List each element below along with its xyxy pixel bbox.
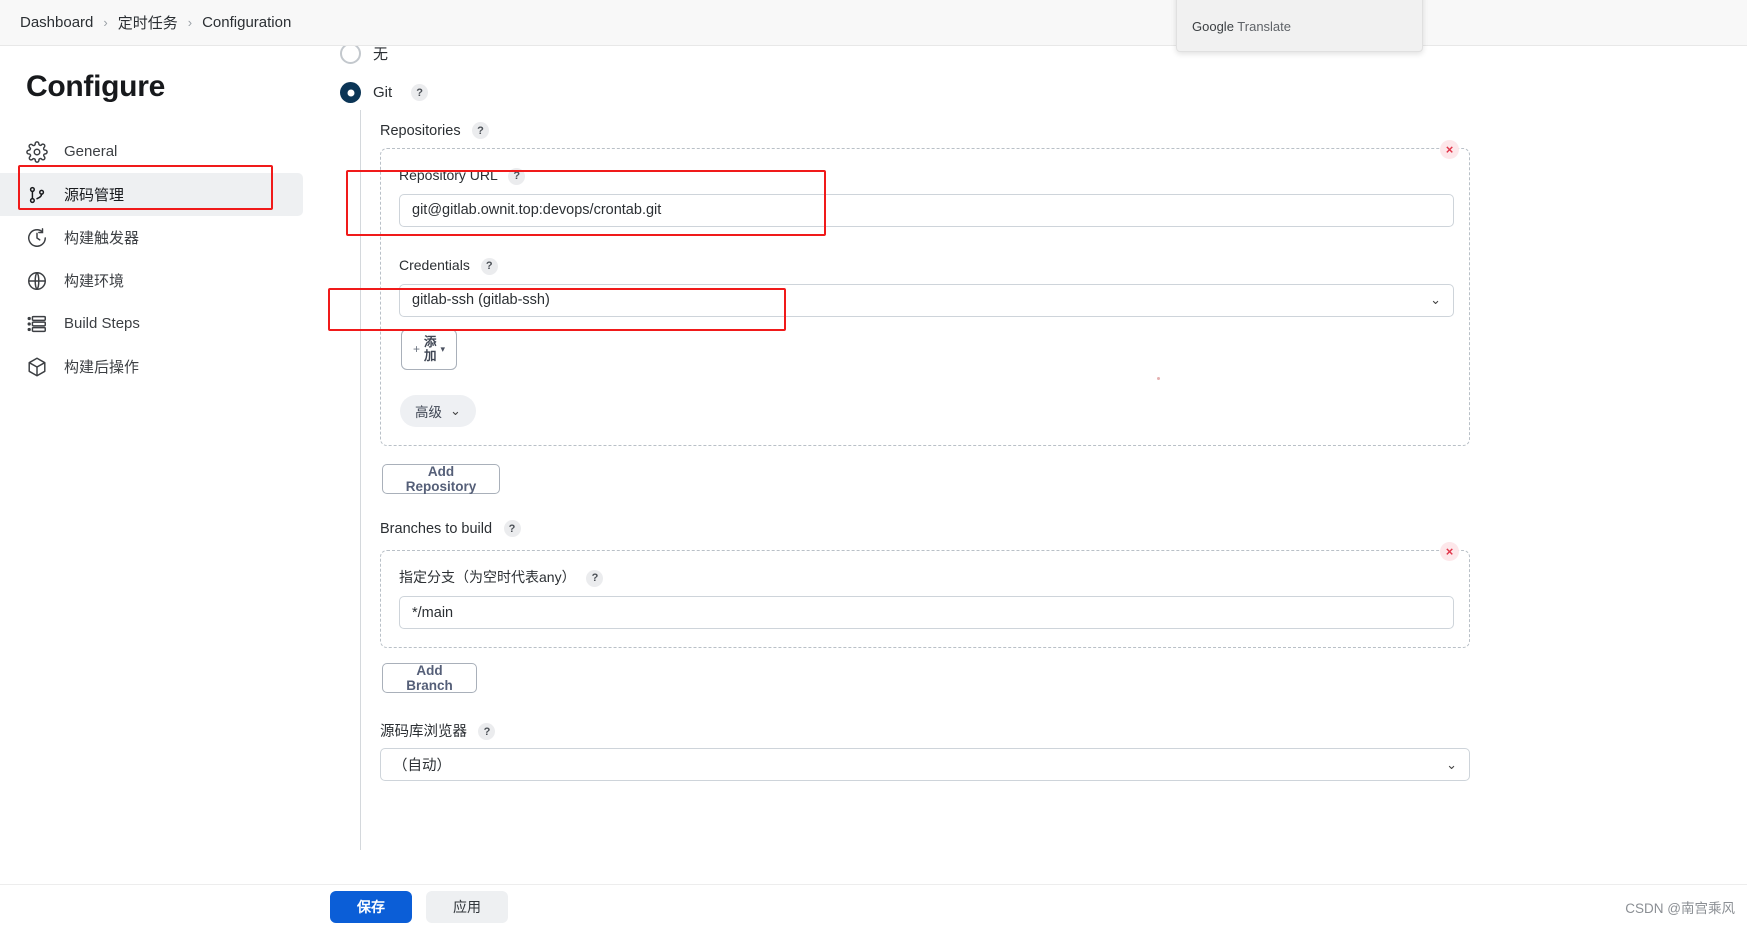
form-footer: 保存 应用 CSDN @南宫乘风: [0, 884, 1747, 928]
credentials-selected-value: gitlab-ssh (gitlab-ssh): [412, 292, 550, 309]
sidebar-item-label: 源码管理: [64, 187, 125, 204]
git-settings-group: Repositories ? × Repository URL ? git@gi…: [360, 110, 1490, 850]
sidebar: Configure General 源码管理 构建触发器 构建环境 Build …: [0, 46, 340, 928]
repo-browser-select[interactable]: （自动） ⌄: [380, 748, 1470, 781]
repositories-label: Repositories: [380, 123, 461, 139]
chevron-down-icon: ⌄: [1430, 292, 1441, 308]
sidebar-item-post-build-actions[interactable]: 构建后操作: [0, 345, 340, 388]
sidebar-item-build-steps[interactable]: Build Steps: [0, 302, 340, 345]
credentials-field: Credentials ? gitlab-ssh (gitlab-ssh) ⌄: [399, 257, 1454, 317]
plus-icon: +: [413, 342, 421, 357]
help-icon[interactable]: ?: [478, 723, 496, 741]
page-title: Configure: [26, 70, 165, 103]
repository-url-field: Repository URL ?: [399, 167, 1454, 227]
help-icon[interactable]: ?: [480, 257, 498, 275]
credentials-select[interactable]: gitlab-ssh (gitlab-ssh) ⌄: [399, 283, 1454, 317]
sidebar-item-general[interactable]: General: [0, 130, 340, 173]
save-button[interactable]: 保存: [330, 891, 412, 923]
clock-icon: [26, 227, 48, 249]
list-steps-icon: [26, 313, 48, 335]
package-icon: [26, 356, 48, 378]
sidebar-item-label: 构建环境: [64, 273, 125, 290]
help-icon[interactable]: ?: [508, 167, 526, 185]
breadcrumb-item-configuration[interactable]: Configuration: [202, 14, 291, 31]
cursor-dot: [1157, 377, 1160, 380]
google-translate-popup: Google Translate: [1176, 0, 1423, 52]
globe-icon: [26, 270, 48, 292]
breadcrumb-item-job[interactable]: 定时任务: [118, 12, 178, 33]
sidebar-item-build-environment[interactable]: 构建环境: [0, 259, 340, 302]
source-control-icon: [26, 184, 48, 206]
caret-down-icon: ▾: [440, 343, 446, 354]
translate-text: Translate: [1233, 19, 1292, 34]
repo-browser-selected-value: （自动）: [393, 758, 451, 774]
add-credential-label-line2: 加: [424, 348, 437, 363]
repo-browser-label-row: 源码库浏览器 ?: [380, 720, 496, 741]
branch-specifier-input[interactable]: [399, 596, 1454, 629]
add-credential-label-line1: 添: [424, 335, 437, 350]
scm-option-none-label: 无: [373, 46, 389, 63]
repository-url-label: Repository URL: [399, 167, 498, 183]
advanced-label: 高级: [415, 405, 442, 420]
sidebar-item-label: Build Steps: [64, 315, 140, 332]
scm-option-git-row[interactable]: Git ?: [340, 82, 429, 103]
sidebar-item-build-triggers[interactable]: 构建触发器: [0, 216, 340, 259]
advanced-button[interactable]: 高级 ⌄: [400, 395, 476, 427]
sidebar-item-source-control[interactable]: 源码管理: [0, 173, 303, 216]
help-icon[interactable]: ?: [472, 122, 490, 140]
breadcrumb-item-dashboard[interactable]: Dashboard: [20, 14, 93, 31]
branch-specifier-field: 指定分支（为空时代表any） ?: [399, 567, 1454, 629]
add-repository-button[interactable]: Add Repository: [382, 464, 500, 494]
help-icon[interactable]: ?: [411, 84, 429, 101]
indent-guide: [360, 110, 361, 850]
chevron-down-icon: ⌄: [450, 403, 461, 418]
sidebar-nav: General 源码管理 构建触发器 构建环境 Build Steps 构建后操…: [0, 130, 340, 388]
add-credential-button[interactable]: + 添 加 ▾: [401, 329, 458, 370]
breadcrumb: Dashboard › 定时任务 › Configuration: [0, 0, 1747, 46]
sidebar-item-label: General: [64, 143, 118, 160]
branch-block: × 指定分支（为空时代表any） ?: [380, 542, 1470, 648]
watermark: CSDN @南宫乘风: [1625, 901, 1735, 916]
remove-branch-icon[interactable]: ×: [1440, 542, 1459, 561]
gear-icon: [26, 140, 48, 163]
repo-browser-label: 源码库浏览器: [380, 724, 467, 740]
branches-to-build-label: Branches to build: [380, 521, 493, 537]
help-icon[interactable]: ?: [586, 569, 604, 587]
repositories-label-row: Repositories ?: [380, 122, 490, 140]
repository-url-input[interactable]: [399, 193, 1454, 227]
scm-option-git-label: Git: [373, 84, 393, 101]
credentials-label: Credentials: [399, 257, 470, 273]
radio-none[interactable]: [340, 46, 361, 64]
chevron-down-icon: ⌄: [1446, 756, 1457, 772]
apply-button[interactable]: 应用: [426, 891, 508, 923]
add-branch-button[interactable]: Add Branch: [382, 663, 477, 693]
breadcrumb-separator-icon: ›: [103, 15, 108, 30]
google-translate-label: Google Translate: [1192, 19, 1291, 34]
credentials-label-row: Credentials ?: [399, 257, 1454, 275]
branch-specifier-label-row: 指定分支（为空时代表any） ?: [399, 567, 1454, 587]
help-icon[interactable]: ?: [503, 520, 521, 538]
sidebar-item-label: 构建后操作: [64, 359, 140, 376]
remove-repository-icon[interactable]: ×: [1440, 140, 1459, 159]
repository-block: × Repository URL ? Credentials ?: [380, 140, 1470, 446]
repository-url-label-row: Repository URL ?: [399, 167, 1454, 185]
scm-option-none-row[interactable]: 无: [340, 46, 388, 64]
breadcrumb-separator-icon: ›: [187, 15, 193, 30]
branches-label-row: Branches to build ?: [380, 520, 521, 538]
scm-panel: 无 Git ? Repositories ? × Repository URL …: [340, 46, 1747, 884]
sidebar-item-label: 构建触发器: [64, 230, 140, 247]
configure-page: Dashboard › 定时任务 › Configuration Google …: [0, 0, 1747, 928]
add-credential-label: 添 加: [424, 336, 437, 362]
google-brand-text: Google: [1192, 19, 1234, 34]
radio-git[interactable]: [340, 82, 361, 103]
branch-specifier-label: 指定分支（为空时代表any）: [399, 569, 576, 585]
